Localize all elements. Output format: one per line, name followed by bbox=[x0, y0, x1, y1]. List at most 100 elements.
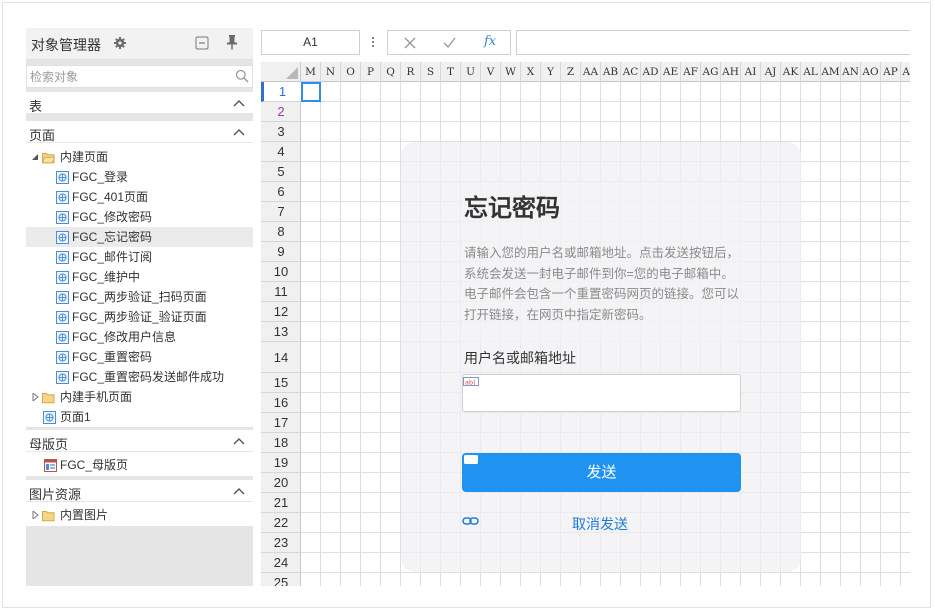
column-header[interactable]: X bbox=[521, 62, 541, 82]
chevron-up-icon[interactable] bbox=[233, 487, 245, 495]
cancel-x-icon[interactable] bbox=[404, 37, 416, 49]
tree-item-page[interactable]: FGC_重置密码发送邮件成功 bbox=[26, 367, 253, 387]
row-header[interactable]: 8 bbox=[261, 222, 301, 242]
row-header[interactable]: 15 bbox=[261, 373, 301, 393]
column-header[interactable]: W bbox=[501, 62, 521, 82]
column-header[interactable]: AD bbox=[641, 62, 661, 82]
tree-item-page[interactable]: FGC_登录 bbox=[26, 167, 253, 187]
column-header[interactable]: V bbox=[481, 62, 501, 82]
column-header[interactable]: AJ bbox=[761, 62, 781, 82]
formula-input[interactable] bbox=[516, 30, 910, 55]
tree-item-page[interactable]: FGC_邮件订阅 bbox=[26, 247, 253, 267]
search-icon[interactable] bbox=[235, 69, 249, 83]
column-header[interactable]: AQ bbox=[901, 62, 910, 82]
row-header[interactable]: 11 bbox=[261, 282, 301, 302]
column-header[interactable]: R bbox=[401, 62, 421, 82]
row-header[interactable]: 7 bbox=[261, 202, 301, 222]
row-header[interactable]: 21 bbox=[261, 493, 301, 513]
column-header[interactable]: AE bbox=[661, 62, 681, 82]
chevron-up-icon[interactable] bbox=[233, 99, 245, 107]
collapsed-triangle-icon[interactable] bbox=[32, 393, 40, 401]
column-header[interactable]: AC bbox=[621, 62, 641, 82]
row-header[interactable]: 9 bbox=[261, 242, 301, 262]
cell-reference-box[interactable]: A1 bbox=[261, 30, 360, 55]
collapse-all-icon[interactable] bbox=[195, 36, 209, 50]
tree-item-page[interactable]: FGC_忘记密码 bbox=[26, 227, 253, 247]
send-button[interactable]: 发送 bbox=[462, 453, 741, 492]
row-header[interactable]: 25 bbox=[261, 573, 301, 586]
row-header[interactable]: 13 bbox=[261, 322, 301, 342]
section-header-masters[interactable]: 母版页 bbox=[26, 430, 253, 452]
row-header[interactable]: 14 bbox=[261, 342, 301, 373]
row-header[interactable]: 20 bbox=[261, 473, 301, 493]
tree-item-page[interactable]: FGC_两步验证_验证页面 bbox=[26, 307, 253, 327]
row-header[interactable]: 16 bbox=[261, 393, 301, 413]
tree-folder-images[interactable]: 内置图片 bbox=[26, 505, 253, 525]
column-header[interactable]: AF bbox=[681, 62, 701, 82]
column-header[interactable]: U bbox=[461, 62, 481, 82]
chevron-up-icon[interactable] bbox=[233, 437, 245, 445]
column-header[interactable]: M bbox=[301, 62, 321, 82]
section-header-pages[interactable]: 页面 bbox=[26, 121, 253, 143]
tree-item-page[interactable]: FGC_401页面 bbox=[26, 187, 253, 207]
row-header[interactable]: 10 bbox=[261, 262, 301, 282]
checkmark-icon[interactable] bbox=[443, 37, 456, 49]
column-header[interactable]: T bbox=[441, 62, 461, 82]
tree-item-page[interactable]: FGC_修改密码 bbox=[26, 207, 253, 227]
column-header[interactable]: P bbox=[361, 62, 381, 82]
column-header[interactable]: AA bbox=[581, 62, 601, 82]
row-header[interactable]: 19 bbox=[261, 453, 301, 473]
fx-icon[interactable]: fx bbox=[484, 34, 496, 49]
section-header-images[interactable]: 图片资源 bbox=[26, 480, 253, 502]
more-vertical-icon[interactable] bbox=[371, 36, 375, 48]
select-all-corner[interactable] bbox=[261, 62, 301, 82]
column-header[interactable]: AI bbox=[741, 62, 761, 82]
tree-item-page1[interactable]: 页面1 bbox=[26, 407, 253, 427]
tree-item-master[interactable]: FGC_母版页 bbox=[26, 455, 253, 475]
tree-item-page[interactable]: FGC_维护中 bbox=[26, 267, 253, 287]
username-input[interactable] bbox=[463, 375, 740, 411]
selected-cell[interactable] bbox=[301, 82, 321, 102]
tree-folder-builtin-pages[interactable]: 内建页面 bbox=[26, 147, 253, 167]
row-header[interactable]: 17 bbox=[261, 413, 301, 433]
row-header[interactable]: 3 bbox=[261, 122, 301, 142]
column-header[interactable]: AM bbox=[821, 62, 841, 82]
column-header[interactable]: Z bbox=[561, 62, 581, 82]
tree-item-page[interactable]: FGC_重置密码 bbox=[26, 347, 253, 367]
column-header[interactable]: AH bbox=[721, 62, 741, 82]
column-header[interactable]: Q bbox=[381, 62, 401, 82]
row-header[interactable]: 24 bbox=[261, 553, 301, 573]
column-header[interactable]: AN bbox=[841, 62, 861, 82]
row-header[interactable]: 2 bbox=[261, 102, 301, 122]
pin-icon[interactable] bbox=[225, 34, 239, 50]
cancel-send-link[interactable]: 取消发送 bbox=[572, 514, 628, 534]
gear-icon[interactable] bbox=[114, 37, 126, 49]
column-header[interactable]: N bbox=[321, 62, 341, 82]
column-header[interactable]: AG bbox=[701, 62, 721, 82]
column-header[interactable]: AP bbox=[881, 62, 901, 82]
tree-item-page[interactable]: FGC_修改用户信息 bbox=[26, 327, 253, 347]
row-header[interactable]: 6 bbox=[261, 182, 301, 202]
section-header-tables[interactable]: 表 bbox=[26, 92, 253, 114]
column-header[interactable]: Y bbox=[541, 62, 561, 82]
column-header[interactable]: AK bbox=[781, 62, 801, 82]
column-header[interactable]: O bbox=[341, 62, 361, 82]
row-header[interactable]: 5 bbox=[261, 162, 301, 182]
expanded-triangle-icon[interactable] bbox=[31, 153, 39, 161]
collapsed-triangle-icon[interactable] bbox=[32, 511, 40, 519]
username-field[interactable]: ab| bbox=[462, 374, 741, 412]
row-header[interactable]: 22 bbox=[261, 513, 301, 533]
tree-folder-mobile-pages[interactable]: 内建手机页面 bbox=[26, 387, 253, 407]
row-header[interactable]: 23 bbox=[261, 533, 301, 553]
row-header[interactable]: 4 bbox=[261, 142, 301, 162]
row-header[interactable]: 12 bbox=[261, 302, 301, 322]
row-header[interactable]: 18 bbox=[261, 433, 301, 453]
tree-item-page[interactable]: FGC_两步验证_扫码页面 bbox=[26, 287, 253, 307]
column-header[interactable]: AO bbox=[861, 62, 881, 82]
search-input[interactable] bbox=[27, 66, 227, 87]
column-header[interactable]: S bbox=[421, 62, 441, 82]
column-header[interactable]: AL bbox=[801, 62, 821, 82]
row-header[interactable]: 1 bbox=[261, 82, 301, 102]
column-header[interactable]: AB bbox=[601, 62, 621, 82]
chevron-up-icon[interactable] bbox=[233, 128, 245, 136]
